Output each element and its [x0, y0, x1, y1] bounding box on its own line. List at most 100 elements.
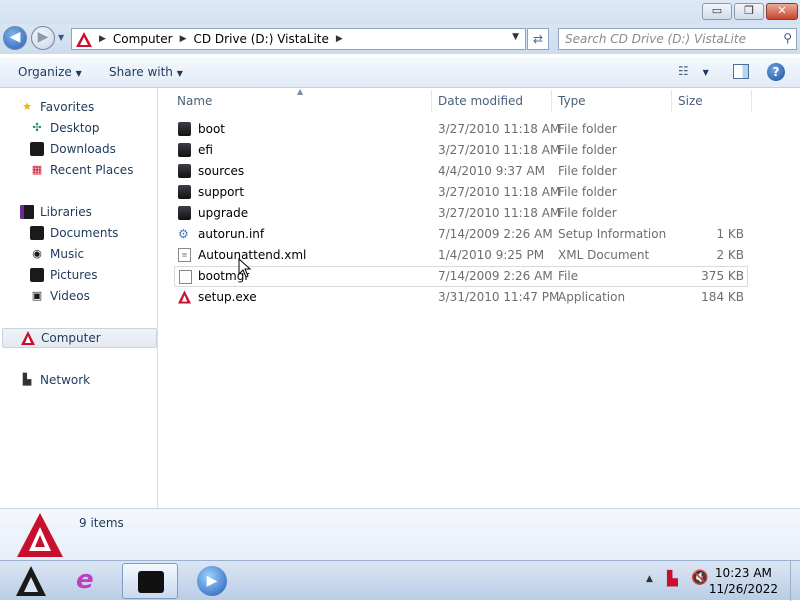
nav-recent-places-label: Recent Places [50, 163, 134, 177]
network-icon: ▙ [22, 373, 32, 386]
nav-music[interactable]: ◉ Music [30, 244, 84, 264]
show-hidden-icons-icon[interactable]: ▲ [646, 574, 653, 584]
volume-muted-icon[interactable]: 🔇 [691, 570, 708, 586]
table-row[interactable]: upgrade 3/27/2010 11:18 AM File folder [174, 203, 748, 224]
column-header-name[interactable]: Name [177, 94, 212, 108]
help-button[interactable]: ? [767, 63, 785, 81]
column-divider[interactable] [751, 90, 752, 112]
nav-network[interactable]: ▙ Network [20, 370, 90, 390]
file-date: 7/14/2009 2:26 AM [438, 269, 553, 283]
explorer-folder-icon [138, 571, 164, 593]
title-bar[interactable]: ▭ ❐ ✕ [0, 0, 800, 24]
star-icon: ★ [22, 100, 32, 113]
recent-pages-dropdown-icon[interactable]: ▼ [58, 33, 64, 42]
share-with-button[interactable]: Share with ▼ [109, 65, 183, 79]
file-date: 3/27/2010 11:18 AM [438, 122, 561, 136]
forward-arrow-icon: ▶ [37, 29, 49, 45]
nav-documents[interactable]: Documents [30, 223, 118, 243]
file-size: 2 KB [716, 248, 744, 262]
file-name: support [198, 185, 245, 199]
nav-downloads[interactable]: Downloads [30, 139, 116, 159]
column-divider[interactable] [671, 90, 672, 112]
file-date: 3/31/2010 11:47 PM [438, 290, 560, 304]
nav-videos[interactable]: ▣ Videos [30, 286, 90, 306]
folder-icon [178, 185, 191, 199]
breadcrumb-computer[interactable]: Computer [113, 32, 173, 46]
file-type: File folder [558, 206, 617, 220]
nav-desktop-label: Desktop [50, 121, 100, 135]
file-type: File folder [558, 185, 617, 199]
nav-libraries[interactable]: Libraries [20, 202, 92, 222]
recent-places-icon: ▦ [31, 163, 43, 176]
nav-music-label: Music [50, 247, 85, 261]
clock-time: 10:23 AM [714, 566, 772, 580]
column-divider[interactable] [551, 90, 552, 112]
file-size: 375 KB [701, 269, 744, 283]
search-input[interactable]: Search CD Drive (D:) VistaLite ⚲ [558, 28, 797, 50]
taskbar-media-player[interactable]: ▶ [184, 563, 240, 599]
start-button[interactable] [2, 563, 58, 599]
minimize-button[interactable]: ▭ [702, 3, 732, 20]
nav-desktop[interactable]: ✣ Desktop [30, 118, 100, 138]
file-name: efi [198, 143, 213, 157]
share-with-label: Share with [109, 65, 173, 79]
file-type: Setup Information [558, 227, 667, 241]
drive-logo-icon [76, 31, 92, 47]
organize-button[interactable]: Organize ▼ [18, 65, 82, 79]
nav-favorites[interactable]: ★ Favorites [20, 97, 94, 117]
table-row[interactable]: sources 4/4/2010 9:37 AM File folder [174, 161, 748, 182]
table-row[interactable]: ≡ Autounattend.xml 1/4/2010 9:25 PM XML … [174, 245, 748, 266]
forward-button[interactable]: ▶ [31, 26, 55, 50]
nav-computer[interactable]: Computer [2, 328, 157, 348]
folder-icon [178, 143, 191, 157]
table-row[interactable]: support 3/27/2010 11:18 AM File folder [174, 182, 748, 203]
file-date: 7/14/2009 2:26 AM [438, 227, 553, 241]
chevron-down-icon: ▼ [702, 68, 709, 77]
breadcrumb-cd-drive[interactable]: CD Drive (D:) VistaLite [194, 32, 329, 46]
column-header-type[interactable]: Type [558, 94, 586, 108]
taskbar-internet-explorer[interactable]: e [62, 563, 118, 599]
view-options-button[interactable]: ☷ ▼ [678, 64, 709, 78]
address-dropdown-icon[interactable]: ▼ [512, 32, 519, 42]
breadcrumb-separator-icon: ▶ [99, 34, 106, 44]
network-status-icon[interactable]: ▙ [667, 571, 678, 587]
taskbar: e ▶ ▲ ▙ 🔇 10:23 AM 11/26/2022 [0, 560, 800, 601]
file-type: File folder [558, 122, 617, 136]
file-name: sources [198, 164, 245, 178]
column-header-date[interactable]: Date modified [438, 94, 523, 108]
table-row[interactable]: ⚙ autorun.inf 7/14/2009 2:26 AM Setup In… [174, 224, 748, 245]
file-date: 4/4/2010 9:37 AM [438, 164, 546, 178]
address-row: ◀ ▶ ▼ ▶ Computer ▶ CD Drive (D:) VistaLi… [0, 24, 800, 54]
table-row[interactable]: bootmgr 7/14/2009 2:26 AM File 375 KB [174, 266, 748, 287]
clock[interactable]: 10:23 AM 11/26/2022 [709, 565, 778, 597]
search-icon[interactable]: ⚲ [783, 31, 792, 45]
show-desktop-button[interactable] [790, 561, 800, 601]
refresh-button[interactable]: ⇄ [527, 28, 549, 50]
table-row[interactable]: boot 3/27/2010 11:18 AM File folder [174, 119, 748, 140]
videos-icon: ▣ [31, 289, 43, 302]
nav-pictures[interactable]: Pictures [30, 265, 98, 285]
computer-icon [21, 331, 35, 345]
maximize-button[interactable]: ❐ [734, 3, 764, 20]
desktop-icon: ✣ [32, 121, 42, 134]
column-header-size[interactable]: Size [678, 94, 703, 108]
drive-logo-icon [17, 513, 63, 557]
details-view-icon: ☷ [678, 64, 689, 78]
preview-pane-button[interactable] [733, 64, 749, 79]
address-bar[interactable]: ▶ Computer ▶ CD Drive (D:) VistaLite ▶ ▼ [71, 28, 526, 50]
column-divider[interactable] [431, 90, 432, 112]
table-row[interactable]: setup.exe 3/31/2010 11:47 PM Application… [174, 287, 748, 308]
taskbar-explorer[interactable] [122, 563, 178, 599]
documents-icon [30, 226, 44, 240]
back-button[interactable]: ◀ [3, 26, 27, 50]
table-row[interactable]: efi 3/27/2010 11:18 AM File folder [174, 140, 748, 161]
command-bar: Organize ▼ Share with ▼ ☷ ▼ ? [0, 58, 800, 88]
navigation-pane: ★ Favorites ✣ Desktop Downloads ▦ Recent… [0, 88, 158, 508]
details-pane: 9 items [0, 508, 800, 560]
close-button[interactable]: ✕ [766, 3, 798, 20]
nav-pictures-label: Pictures [50, 268, 98, 282]
organize-label: Organize [18, 65, 72, 79]
nav-recent-places[interactable]: ▦ Recent Places [30, 160, 134, 180]
folder-icon [178, 164, 191, 178]
nav-videos-label: Videos [50, 289, 90, 303]
